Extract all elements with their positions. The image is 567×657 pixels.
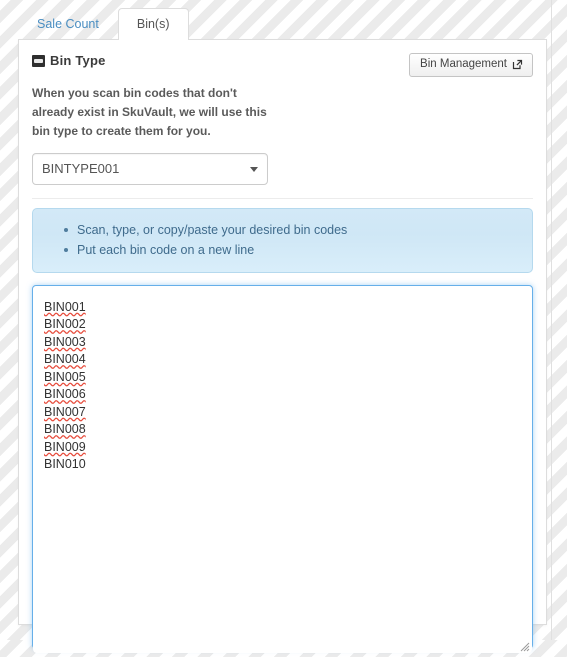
bin-management-button-label: Bin Management xyxy=(420,58,507,70)
section-divider xyxy=(32,197,533,199)
panel-content: Bin Type Bin Management When you scan bi… xyxy=(19,40,546,654)
page-right-gutter xyxy=(551,0,567,640)
list-item: Scan, type, or copy/paste your desired b… xyxy=(64,220,518,240)
tab-strip: Sale Count Bin(s) xyxy=(18,8,189,40)
instructions-list: Scan, type, or copy/paste your desired b… xyxy=(47,220,518,260)
instructions-info-box: Scan, type, or copy/paste your desired b… xyxy=(32,207,533,273)
external-link-icon xyxy=(512,59,523,70)
bin-codes-textarea-wrap: BIN001 BIN002 BIN003 BIN004 BIN005 BIN006 BIN0… xyxy=(32,284,533,654)
page-title: Bin Type xyxy=(32,53,106,68)
bin-type-select-wrap: BINTYPE001 xyxy=(32,152,268,185)
box-icon xyxy=(32,54,45,67)
tab-sale-count-label: Sale Count xyxy=(37,17,99,32)
bin-type-select[interactable]: BINTYPE001 xyxy=(32,152,268,185)
bins-panel: Bin Type Bin Management When you scan bi… xyxy=(18,39,547,653)
tab-sale-count[interactable]: Sale Count xyxy=(18,8,118,40)
panel-header-row: Bin Type Bin Management xyxy=(32,53,533,77)
bin-type-description: When you scan bin codes that don't alrea… xyxy=(32,85,267,138)
tab-bins-label: Bin(s) xyxy=(136,17,170,32)
tab-bins[interactable]: Bin(s) xyxy=(117,8,189,40)
bin-codes-input[interactable] xyxy=(32,284,533,649)
list-item: Put each bin code on a new line xyxy=(64,240,518,260)
bin-management-button[interactable]: Bin Management xyxy=(409,53,533,77)
bin-type-heading-label: Bin Type xyxy=(50,53,106,68)
